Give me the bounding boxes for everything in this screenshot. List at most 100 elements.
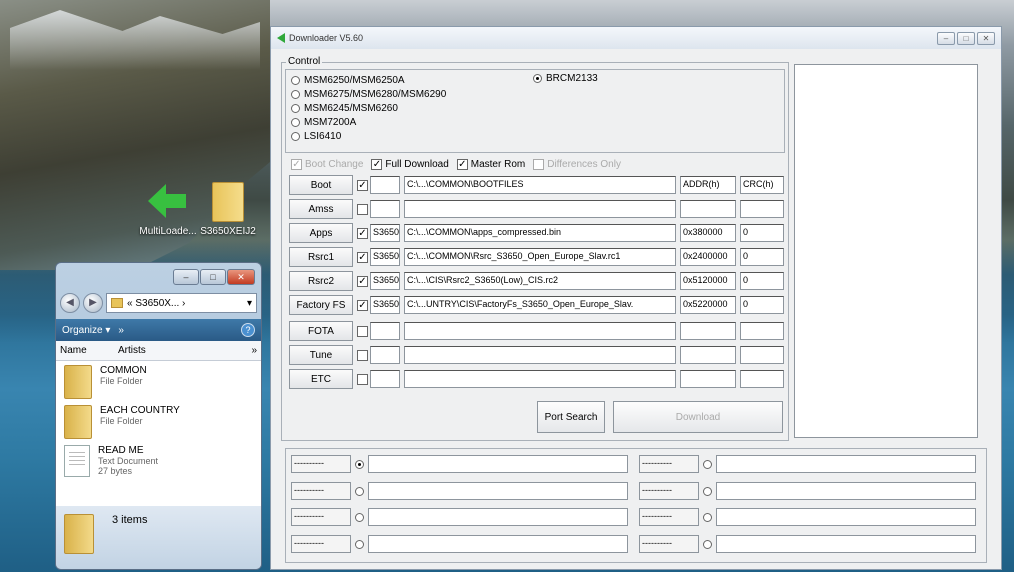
close-button[interactable]: ✕ <box>227 269 255 285</box>
desktop-icon-s3650[interactable]: S3650XEIJ2 <box>188 182 268 237</box>
path-field[interactable]: C:\...\CIS\Rsrc2_S3650(Low)_CIS.rc2 <box>404 272 676 290</box>
column-name[interactable]: Name <box>60 345 118 356</box>
crc-field: 0 <box>740 296 784 314</box>
port-slot[interactable]: ---------- <box>291 535 628 553</box>
path-field[interactable] <box>404 200 676 218</box>
full-download-option[interactable]: ✓ Full Download <box>371 159 449 170</box>
path-field[interactable]: C:\...\COMMON\Rsrc_S3650_Open_Europe_Sla… <box>404 248 676 266</box>
checkbox-icon[interactable]: ✓ <box>357 179 368 191</box>
address-bar[interactable]: « S3650X... › ▾ <box>106 293 257 313</box>
chipset-option[interactable]: LSI6410 <box>291 131 341 142</box>
more-button[interactable]: » <box>118 325 124 336</box>
forward-button[interactable]: ▶ <box>83 293 103 313</box>
radio-icon <box>291 90 300 99</box>
organize-button[interactable]: Organize ▾ <box>62 325 110 336</box>
list-item[interactable]: COMMON File Folder <box>56 361 261 401</box>
differences-only-option[interactable]: Differences Only <box>533 159 621 170</box>
chipset-option[interactable]: BRCM2133 <box>533 73 598 84</box>
boot-button[interactable]: Boot <box>289 175 353 195</box>
addr-field: 0x380000 <box>680 224 736 242</box>
arrow-icon <box>148 182 188 222</box>
more-columns-button[interactable]: » <box>251 345 257 356</box>
checkbox-icon[interactable]: ✓ <box>357 227 368 239</box>
checkbox-icon[interactable] <box>357 203 368 215</box>
path-field[interactable] <box>404 322 676 340</box>
item-size: 27 bytes <box>98 466 133 476</box>
file-row-rsrc1: Rsrc1 ✓ S3650 C:\...\COMMON\Rsrc_S3650_O… <box>289 247 784 267</box>
port-slot[interactable]: ---------- <box>639 455 976 473</box>
port-slot[interactable]: ---------- <box>291 482 628 500</box>
tune-button[interactable]: Tune <box>289 345 353 365</box>
radio-selected-icon[interactable] <box>355 459 364 469</box>
fota-button[interactable]: FOTA <box>289 321 353 341</box>
chipset-option[interactable]: MSM6245/MSM6260 <box>291 103 398 114</box>
rsrc2-button[interactable]: Rsrc2 <box>289 271 353 291</box>
port-status-field <box>716 535 976 553</box>
path-field[interactable]: C:\...\COMMON\apps_compressed.bin <box>404 224 676 242</box>
path-field[interactable]: C:\...UNTRY\CIS\FactoryFs_S3650_Open_Eur… <box>404 296 676 314</box>
crc-field <box>740 200 784 218</box>
log-output[interactable] <box>794 64 978 438</box>
chevron-down-icon[interactable]: ▾ <box>247 298 252 309</box>
chipset-label: MSM6275/MSM6280/MSM6290 <box>304 89 447 100</box>
version-field <box>370 200 400 218</box>
port-status-field <box>368 508 628 526</box>
port-slot[interactable]: ---------- <box>639 482 976 500</box>
port-label: ---------- <box>639 455 699 473</box>
item-type: File Folder <box>100 416 143 426</box>
rsrc1-button[interactable]: Rsrc1 <box>289 247 353 267</box>
port-label: ---------- <box>291 508 351 526</box>
checkbox-icon[interactable] <box>357 349 368 361</box>
amss-button[interactable]: Amss <box>289 199 353 219</box>
radio-icon[interactable] <box>355 539 364 549</box>
back-button[interactable]: ◀ <box>60 293 80 313</box>
download-button[interactable]: Download <box>613 401 783 433</box>
radio-icon[interactable] <box>355 512 364 522</box>
list-item[interactable]: EACH COUNTRY File Folder <box>56 401 261 441</box>
path-field[interactable]: C:\...\COMMON\BOOTFILES <box>404 176 676 194</box>
checkbox-icon[interactable]: ✓ <box>357 299 368 311</box>
document-icon <box>64 445 90 477</box>
radio-icon[interactable] <box>703 539 712 549</box>
crc-field: 0 <box>740 272 784 290</box>
checkbox-icon[interactable] <box>357 325 368 337</box>
folder-icon <box>64 514 94 554</box>
port-search-button[interactable]: Port Search <box>537 401 605 433</box>
chipset-option[interactable]: MSM7200A <box>291 117 356 128</box>
column-artists[interactable]: Artists <box>118 345 146 356</box>
port-label: ---------- <box>639 535 699 553</box>
boot-change-option[interactable]: ✓ Boot Change <box>291 159 363 170</box>
radio-icon[interactable] <box>355 486 364 496</box>
help-icon[interactable]: ? <box>241 323 255 337</box>
port-label: ---------- <box>291 535 351 553</box>
radio-icon[interactable] <box>703 459 712 469</box>
port-slot[interactable]: ---------- <box>639 508 976 526</box>
close-button[interactable]: ✕ <box>977 31 995 45</box>
minimize-button[interactable]: – <box>173 269 199 285</box>
port-slot[interactable]: ---------- <box>291 508 628 526</box>
chipset-option[interactable]: MSM6250/MSM6250A <box>291 75 405 86</box>
checkbox-icon[interactable] <box>357 373 368 385</box>
etc-button[interactable]: ETC <box>289 369 353 389</box>
path-field[interactable] <box>404 346 676 364</box>
apps-button[interactable]: Apps <box>289 223 353 243</box>
list-item[interactable]: READ ME Text Document 27 bytes <box>56 441 261 481</box>
radio-icon[interactable] <box>703 512 712 522</box>
port-slot[interactable]: ---------- <box>291 455 628 473</box>
radio-icon[interactable] <box>703 486 712 496</box>
checkbox-icon[interactable]: ✓ <box>357 251 368 263</box>
master-rom-option[interactable]: ✓ Master Rom <box>456 159 525 170</box>
factory-fs-button[interactable]: Factory FS <box>289 295 353 315</box>
checkbox-icon: ✓ <box>371 159 383 170</box>
checkbox-icon[interactable]: ✓ <box>357 275 368 287</box>
maximize-button[interactable]: □ <box>200 269 226 285</box>
minimize-button[interactable]: – <box>937 31 955 45</box>
path-field[interactable] <box>404 370 676 388</box>
port-slot[interactable]: ---------- <box>639 535 976 553</box>
file-row-etc: ETC <box>289 369 784 389</box>
version-field: S3650 <box>370 272 400 290</box>
maximize-button[interactable]: □ <box>957 31 975 45</box>
port-label: ---------- <box>291 482 351 500</box>
chipset-option[interactable]: MSM6275/MSM6280/MSM6290 <box>291 89 446 100</box>
addr-field <box>680 370 736 388</box>
